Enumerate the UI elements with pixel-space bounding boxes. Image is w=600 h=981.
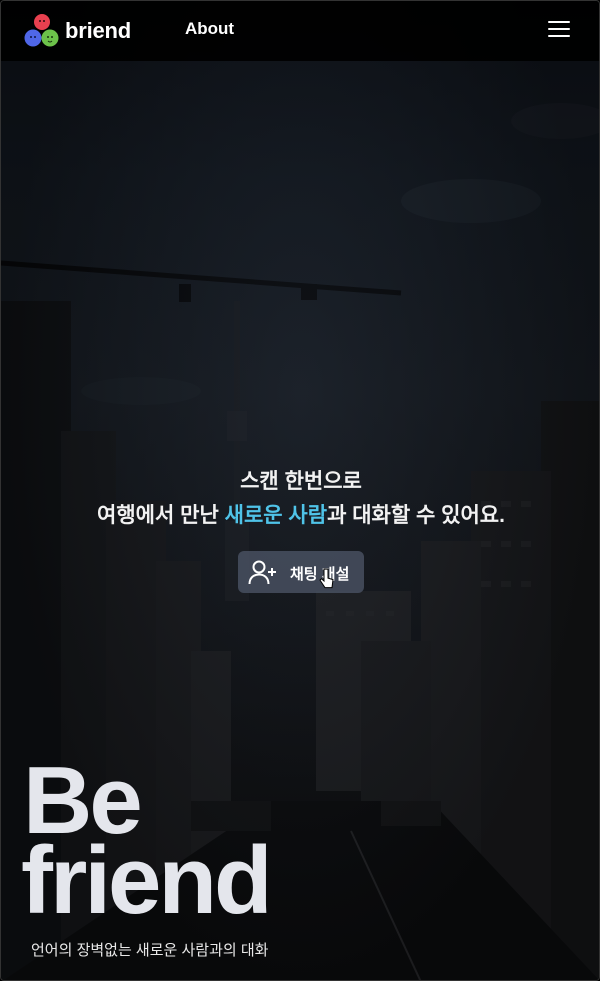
- brand-tagline: 언어의 장벽없는 새로운 사람과의 대화: [31, 942, 269, 959]
- add-user-icon: [248, 560, 276, 585]
- hero-line2-prefix: 여행에서 만난: [97, 504, 225, 527]
- brand-logo[interactable]: briend: [23, 13, 131, 49]
- hero-headline-line1: 스캔 한번으로: [240, 470, 362, 493]
- nav-link-about[interactable]: About: [185, 19, 234, 39]
- brand-headline-friend: friend: [21, 827, 273, 934]
- briend-logo-icon: [23, 13, 61, 49]
- create-chat-button[interactable]: 채팅 개설: [238, 551, 364, 593]
- pointer-cursor-icon: [319, 568, 334, 589]
- hero-line2-accent: 새로운 사람: [224, 504, 328, 527]
- hero-line2-suffix: 과 대화할 수 있어요.: [327, 504, 505, 527]
- logo-text: briend: [65, 18, 132, 43]
- app-frame: briend About 스캔 한번으로 여행에서 만난 새로운 사람과 대화할…: [0, 0, 600, 981]
- hamburger-menu-icon[interactable]: [548, 21, 570, 39]
- top-navbar: briend About: [1, 1, 599, 61]
- hero-headline-line2: 여행에서 만난 새로운 사람과 대화할 수 있어요.: [1, 499, 599, 529]
